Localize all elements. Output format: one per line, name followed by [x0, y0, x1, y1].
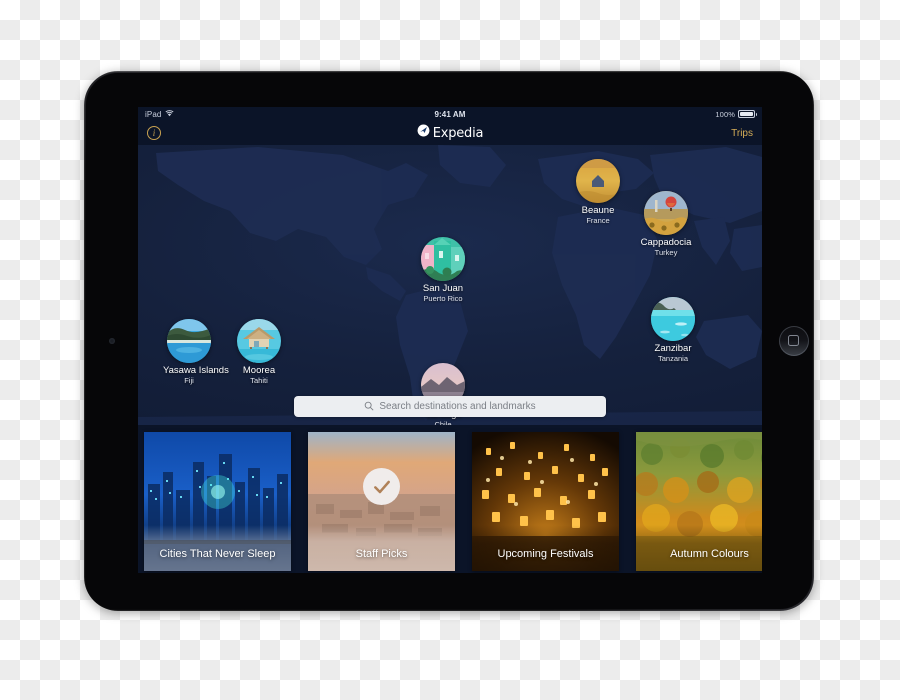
pin-name: Moorea	[242, 365, 276, 376]
ipad-screen: iPad 9:41 AM 100% i Expedia Trips Beaune…	[138, 107, 762, 573]
cappadocia-balloon-thumb	[644, 191, 688, 235]
status-bar-right: 100%	[715, 109, 757, 119]
pin-country: Turkey	[654, 248, 678, 258]
map-pin-cappadocia[interactable]: Cappadocia Turkey	[640, 191, 692, 258]
carousel-track: Cities That Never Sleep Staff Picks Upco…	[138, 432, 762, 571]
clock: 9:41 AM	[434, 109, 466, 119]
map-pin-beaune[interactable]: Beaune France	[572, 159, 624, 226]
status-bar: iPad 9:41 AM 100%	[138, 107, 762, 121]
pin-country: Fiji	[184, 376, 194, 386]
info-button[interactable]: i	[147, 126, 161, 140]
navigation-bar: i Expedia Trips	[138, 121, 762, 145]
search-container: Search destinations and landmarks	[294, 396, 606, 417]
battery-full-icon	[738, 110, 757, 118]
search-icon	[364, 398, 374, 416]
pin-country: Tahiti	[250, 376, 268, 386]
pin-country: Puerto Rico	[423, 294, 463, 304]
check-icon	[363, 468, 400, 505]
beaune-vineyard-thumb	[576, 159, 620, 203]
brand-logo: Expedia	[138, 124, 762, 142]
yasawa-islands-thumb	[167, 319, 211, 363]
home-button-square-icon	[788, 335, 799, 346]
card-title: Staff Picks	[355, 548, 408, 561]
pin-country: Tanzania	[657, 354, 689, 364]
moorea-overwater-bungalow-thumb	[237, 319, 281, 363]
pin-country: France	[586, 216, 610, 226]
front-camera-icon	[109, 338, 115, 344]
category-carousel[interactable]: Cities That Never Sleep Staff Picks Upco…	[138, 425, 762, 573]
card-autumn-colours[interactable]: Autumn Colours	[636, 432, 762, 571]
pin-name: Zanzibar	[654, 343, 692, 354]
search-placeholder: Search destinations and landmarks	[379, 401, 536, 412]
card-staff-picks[interactable]: Staff Picks	[308, 432, 455, 571]
brand-name: Expedia	[432, 125, 484, 141]
zanzibar-beach-thumb	[651, 297, 695, 341]
expedia-logo-icon	[417, 124, 430, 142]
trips-button[interactable]: Trips	[731, 128, 753, 139]
san-juan-colorful-houses-thumb	[421, 237, 465, 281]
pin-name: Cappadocia	[640, 237, 692, 248]
world-map[interactable]: Beaune France Cappadocia Turkey San Juan…	[138, 145, 762, 425]
home-button[interactable]	[779, 326, 809, 356]
card-upcoming-festivals[interactable]: Upcoming Festivals	[472, 432, 619, 571]
map-pin-moorea[interactable]: Moorea Tahiti	[233, 319, 285, 386]
card-title: Cities That Never Sleep	[159, 548, 276, 561]
search-input[interactable]: Search destinations and landmarks	[294, 396, 606, 417]
battery-percent-label: 100%	[715, 109, 735, 119]
card-cities-that-never-sleep[interactable]: Cities That Never Sleep	[144, 432, 291, 571]
pin-name: Beaune	[581, 205, 615, 216]
map-pin-san-juan[interactable]: San Juan Puerto Rico	[417, 237, 469, 304]
map-pin-yasawa-islands[interactable]: Yasawa Islands Fiji	[163, 319, 229, 386]
pin-name: Yasawa Islands	[163, 365, 229, 376]
card-title: Upcoming Festivals	[497, 548, 594, 561]
card-title: Autumn Colours	[670, 548, 749, 561]
map-pin-zanzibar[interactable]: Zanzibar Tanzania	[647, 297, 699, 364]
pin-name: San Juan	[422, 283, 464, 294]
